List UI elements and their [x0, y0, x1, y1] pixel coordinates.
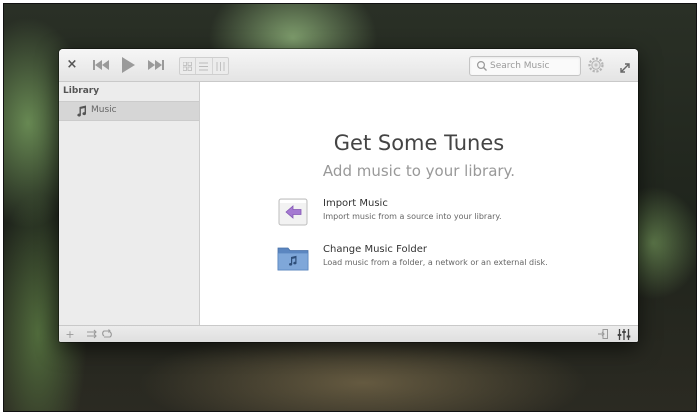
sidebar: Library Music	[59, 82, 200, 325]
skip-forward-icon	[148, 60, 164, 70]
expand-icon	[620, 63, 630, 73]
welcome-screen: Get Some Tunes Add music to your library…	[200, 82, 638, 325]
columns-icon	[216, 61, 225, 71]
search-icon	[476, 60, 487, 71]
previous-button[interactable]	[92, 59, 110, 71]
search-input[interactable]	[490, 58, 576, 74]
change-music-folder-title: Change Music Folder	[323, 244, 427, 255]
sidebar-item-label: Music	[91, 105, 117, 115]
view-mode-switcher	[179, 57, 229, 75]
shuffle-button[interactable]	[86, 328, 98, 341]
change-music-folder-action[interactable]: Change Music Folder Load music from a fo…	[277, 242, 597, 276]
change-music-folder-description: Load music from a folder, a network or a…	[323, 258, 548, 267]
sidebar-header-library: Library	[63, 86, 100, 96]
list-icon	[199, 62, 209, 70]
welcome-subtitle: Add music to your library.	[322, 162, 516, 180]
sidebar-item-music[interactable]: Music	[59, 101, 199, 121]
search-box	[469, 56, 581, 76]
status-bar: +	[59, 325, 638, 342]
grid-view-button[interactable]	[180, 58, 197, 74]
gear-icon	[588, 57, 604, 73]
equalizer-icon	[617, 329, 631, 340]
music-app-window: × Search Music Library Music Get Some Tu…	[59, 49, 638, 342]
play-icon	[122, 57, 135, 73]
column-view-button[interactable]	[213, 58, 228, 74]
equalizer-button[interactable]	[617, 328, 631, 341]
add-playlist-button[interactable]: +	[64, 328, 76, 341]
import-icon	[598, 329, 608, 339]
grid-icon	[183, 61, 193, 71]
music-note-icon	[77, 105, 87, 117]
settings-button[interactable]	[587, 56, 605, 74]
import-button[interactable]	[597, 328, 609, 341]
repeat-button[interactable]	[101, 328, 113, 341]
import-music-action[interactable]: Import Music Import music from a source …	[277, 196, 597, 230]
close-button[interactable]: ×	[65, 58, 79, 72]
music-folder-icon	[277, 247, 309, 271]
header-bar: ×	[59, 49, 638, 82]
welcome-title: Get Some Tunes	[333, 131, 505, 155]
import-music-title: Import Music	[323, 198, 388, 209]
play-button[interactable]	[120, 56, 136, 74]
fullscreen-button[interactable]	[619, 59, 631, 73]
next-button[interactable]	[147, 59, 165, 71]
list-view-button[interactable]	[196, 58, 213, 74]
import-music-description: Import music from a source into your lib…	[323, 212, 502, 221]
import-arrow-icon	[278, 198, 308, 226]
shuffle-icon	[87, 329, 97, 339]
skip-back-icon	[93, 60, 109, 70]
repeat-icon	[102, 329, 112, 338]
